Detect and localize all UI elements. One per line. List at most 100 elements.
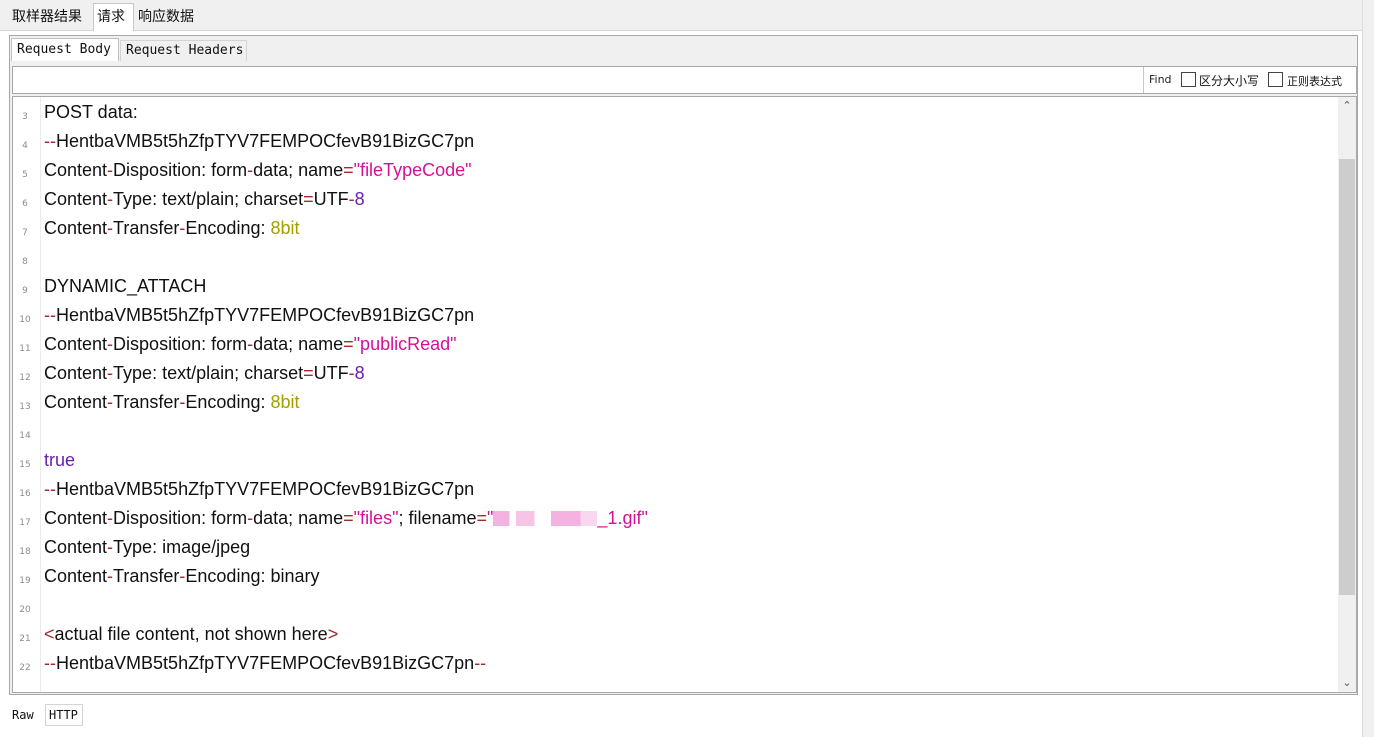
code-token: Disposition: form [113,508,248,528]
code-token: Type: text/plain; charset [113,189,304,209]
line-number: 12 [19,373,31,383]
line-number: 11 [19,344,31,354]
code-token: Transfer [113,566,180,586]
tab-request-body[interactable]: Request Body [11,38,119,61]
code-text: --HentbaVMB5t5hZfpTYV7FEMPOCfevB91BizGC7… [44,478,474,500]
code-token: UTF [313,189,349,209]
line-number: 14 [19,431,31,441]
line-number: 21 [19,634,31,644]
regex-label[interactable]: 正则表达式 [1287,73,1342,89]
case-sensitive-checkbox[interactable] [1181,72,1196,87]
code-token: POST data: [44,102,138,122]
code-token: Content [44,392,108,412]
code-token: Content [44,508,108,528]
scroll-down-icon[interactable]: ⌄ [1338,674,1356,692]
top-tab-bar: 取样器结果 请求 响应数据 [0,0,1362,31]
tab-raw[interactable]: Raw [9,704,43,726]
find-input[interactable] [13,67,1144,93]
code-text: Content-Disposition: form-data; name="fi… [44,507,648,529]
code-text: <actual file content, not shown here> [44,623,338,645]
code-token: Disposition: form [113,160,248,180]
code-token: Content [44,160,108,180]
line-number: 20 [19,605,31,615]
code-token: Encoding: [185,218,271,238]
code-token: HentbaVMB5t5hZfpTYV7FEMPOCfevB91BizGC7pn [56,653,475,673]
code-token: HentbaVMB5t5hZfpTYV7FEMPOCfevB91BizGC7pn [56,305,475,325]
regex-checkbox[interactable] [1268,72,1283,87]
line-number: 5 [22,170,28,180]
code-text: POST data: [44,101,138,123]
line-number: 19 [19,576,31,586]
code-token: UTF [313,363,349,383]
code-token: Transfer [113,218,180,238]
code-token: Encoding: binary [185,566,320,586]
code-line: 14 [13,416,1333,445]
code-line: 3 POST data: [13,97,1333,126]
code-token: < [44,624,55,644]
code-line: 17 Content-Disposition: form-data; name="… [13,503,1333,532]
code-text: --HentbaVMB5t5hZfpTYV7FEMPOCfevB91BizGC7… [44,304,474,326]
code-token: -- [44,653,56,673]
code-line: 6 Content-Type: text/plain; charset=UTF-8 [13,184,1333,213]
code-token: HentbaVMB5t5hZfpTYV7FEMPOCfevB91BizGC7pn [56,131,475,151]
tab-request[interactable]: 请求 [93,3,134,31]
code-text: Content-Type: text/plain; charset=UTF-8 [44,362,365,384]
code-line: 19 Content-Transfer-Encoding: binary [13,561,1333,590]
line-number: 22 [19,663,31,673]
code-token: Encoding: [185,392,271,412]
code-line: 7 Content-Transfer-Encoding: 8bit [13,213,1333,242]
code-text: true [44,449,75,471]
code-text: Content-Transfer-Encoding: binary [44,565,320,587]
code-text: Content-Disposition: form-data; name="fi… [44,159,472,181]
code-line: 22 --HentbaVMB5t5hZfpTYV7FEMPOCfevB91BizG… [13,648,1333,677]
code-token: -- [474,653,487,673]
code-token: Transfer [113,392,180,412]
code-token: data; name [253,334,344,354]
code-line: 4 --HentbaVMB5t5hZfpTYV7FEMPOCfevB91BizGC… [13,126,1333,155]
code-line: 12 Content-Type: text/plain; charset=UTF-… [13,358,1333,387]
scroll-thumb[interactable] [1339,159,1355,595]
redacted-filename [493,511,598,526]
code-token: Type: image/jpeg [113,537,251,557]
find-label: Find [1149,73,1172,86]
tab-http[interactable]: HTTP [45,704,83,726]
scroll-up-icon[interactable]: ⌃ [1338,97,1356,115]
code-line: 13 Content-Transfer-Encoding: 8bit [13,387,1333,416]
code-token: data; name [253,160,344,180]
code-token: > [327,624,339,644]
code-line: 5 Content-Disposition: form-data; name="f… [13,155,1333,184]
line-number: 13 [19,402,31,412]
code-text: Content-Type: text/plain; charset=UTF-8 [44,188,365,210]
request-body-editor[interactable]: 3 POST data: 4 --HentbaVMB5t5hZfpTYV7FEMPOC… [12,96,1357,693]
line-number: 6 [22,199,28,209]
line-number: 8 [22,257,28,267]
code-token: "fileTypeCode" [353,160,472,180]
code-token: -- [44,131,56,151]
code-token: Content [44,566,108,586]
code-token: _1.gif" [597,508,648,528]
code-text: Content-Transfer-Encoding: 8bit [44,391,300,413]
tab-sampler-result[interactable]: 取样器结果 [9,5,82,29]
line-number: 16 [19,489,31,499]
code-line: 20 [13,590,1333,619]
code-token: Type: text/plain; charset [113,363,304,383]
code-token: 8bit [270,392,300,412]
line-number: 3 [22,112,28,122]
code-text: Content-Type: image/jpeg [44,536,250,558]
code-token: Content [44,363,108,383]
request-panel: Request Body Request Headers Find 区分大小写 … [9,35,1358,695]
line-number: 9 [22,286,28,296]
code-line: 16 --HentbaVMB5t5hZfpTYV7FEMPOCfevB91BizG… [13,474,1333,503]
tab-response-data[interactable]: 响应数据 [135,5,194,29]
case-sensitive-label[interactable]: 区分大小写 [1199,72,1259,89]
code-token: = [303,189,314,209]
line-number: 4 [22,141,28,151]
code-token: Content [44,189,108,209]
find-bar: Find 区分大小写 正则表达式 [12,66,1357,94]
code-line: 8 [13,242,1333,271]
line-number: 18 [19,547,31,557]
vertical-scrollbar[interactable]: ⌃ ⌄ [1338,97,1356,692]
code-token: Disposition: form [113,334,248,354]
tab-request-headers[interactable]: Request Headers [120,40,247,61]
line-number: 17 [19,518,31,528]
